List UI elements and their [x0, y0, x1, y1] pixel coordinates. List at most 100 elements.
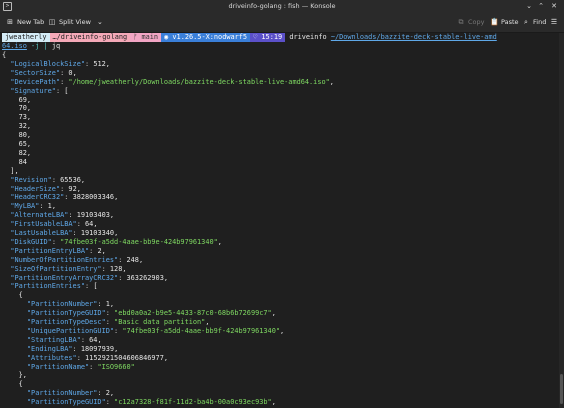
output-line: "PartitionEntries": [ — [10, 282, 98, 291]
json-number: 363262903 — [126, 273, 164, 282]
json-key: "PartitionTypeGUID" — [26, 398, 106, 407]
json-number: 18097939 — [80, 344, 115, 353]
json-key: "PartitionTypeDesc" — [26, 318, 106, 326]
prompt-time: ♡ 15:19 — [250, 33, 286, 42]
output-line: "PartitionName": "ISO9660" — [26, 362, 135, 371]
json-number: 65, — [18, 140, 32, 148]
json-string: "74fbe03f-a5dd-4aae-bb9e-424b97961340" — [60, 237, 218, 246]
json-key: "LogicalBlockSize" — [10, 59, 85, 68]
output-line: "Attributes": 1152921504606846977, — [26, 353, 168, 362]
output-line: 65, — [2, 140, 31, 149]
output-line: 69, — [2, 96, 31, 105]
json-key: "EndingLBA" — [26, 344, 73, 353]
scrollbar-thumb[interactable] — [560, 374, 563, 404]
json-number: 70, — [18, 104, 32, 113]
output-line: "DiskGUID": "74fbe03f-a5dd-4aae-bb9e-424… — [10, 237, 222, 246]
paste-icon: 📋 — [490, 18, 499, 26]
close-icon[interactable]: ✕ — [549, 1, 559, 11]
json-key: "MyLBA" — [10, 202, 40, 211]
paste-button[interactable]: 📋 Paste — [490, 17, 519, 27]
maximize-icon[interactable]: ⌃ — [536, 1, 546, 11]
hamburger-menu-icon[interactable]: ☰ — [550, 17, 561, 27]
json-number: 82, — [18, 148, 32, 157]
output-line: "FirstUsableLBA": 64, — [10, 220, 98, 229]
json-key: "PartitionTypeGUID" — [26, 309, 106, 318]
json-key: "PartitionEntries" — [10, 282, 85, 291]
scrollbar[interactable] — [559, 33, 564, 408]
json-key: "PartitionEntryLBA" — [10, 246, 90, 255]
output-line: }, — [18, 371, 27, 380]
new-tab-icon: ⊞ — [7, 18, 13, 26]
output-line: "PartitionTypeGUID": "ebd0a0a2-b9e5-4433… — [26, 309, 276, 318]
output-line: { — [2, 51, 7, 59]
output-line: "PartitionNumber": 2, — [26, 389, 115, 398]
json-number: 3828003346 — [72, 193, 115, 202]
main-toolbar: ⊞ New Tab ◫ Split View ⌄ ⧉ Copy 📋 Paste ⌕ Fin… — [0, 12, 564, 33]
json-number: 69, — [18, 95, 32, 104]
output-line: { — [18, 380, 23, 389]
json-string: "Basic data partition" — [114, 318, 206, 326]
command-continuation: 64.iso -j | jq — [2, 42, 61, 50]
output-line: "PartitionTypeDesc": "Basic data partiti… — [26, 318, 210, 326]
search-icon: ⌕ — [524, 18, 528, 26]
json-number: 248 — [126, 255, 139, 264]
json-key: "Revision" — [10, 175, 52, 184]
json-string: "/home/jweatherly/Downloads/bazzite-deck… — [68, 77, 330, 86]
title-bar[interactable]: > driveinfo-golang : fish — Konsole ⌄ ⌃ … — [0, 0, 564, 12]
output-line: ], — [10, 166, 19, 175]
output-line: 84 — [2, 158, 27, 167]
prompt-directory: …/driveinfo-golang — [49, 33, 131, 42]
output-line: "MyLBA": 1, — [10, 202, 56, 211]
split-view-button[interactable]: ◫ Split View ⌄ — [48, 17, 107, 27]
command-path[interactable]: ~/Downloads/bazzite-deck-stable-live-amd — [331, 33, 497, 41]
json-number: 19103403 — [76, 211, 110, 220]
json-number: 65536 — [60, 175, 81, 184]
terminal-view[interactable]: jweatherly …/driveinfo-golang ᚠ main ◉ v1.2… — [0, 33, 564, 408]
json-string: "ebd0a0a2-b9e5-4433-87c0-68b6b72699c7" — [114, 309, 272, 318]
output-line: "SectorSize": 0, — [10, 68, 77, 77]
json-number: 19103340 — [80, 229, 115, 237]
output-line: "Revision": 65536, — [10, 175, 86, 184]
command-name: driveinfo — [289, 33, 327, 41]
output-line: "Signature": [ — [10, 86, 69, 95]
output-line: "PartitionTypeGUID": "c12a7328-f81f-11d2… — [26, 398, 276, 407]
json-key: "PartitionName" — [26, 362, 90, 371]
json-key: "FirstUsableLBA" — [10, 220, 77, 229]
output-line: 70, — [2, 104, 31, 113]
output-line: "StartingLBA": 64, — [26, 335, 102, 344]
output-line: "PartitionNumber": 1, — [26, 300, 115, 309]
json-number: 84 — [18, 157, 27, 166]
output-line: "LastUsableLBA": 19103340, — [10, 229, 119, 237]
find-button[interactable]: ⌕ Find — [522, 17, 546, 27]
output-line: "DevicePath": "/home/jweatherly/Download… — [10, 77, 334, 86]
minimize-icon[interactable]: ⌄ — [524, 1, 534, 11]
window-title: driveinfo-golang : fish — Konsole — [228, 2, 336, 10]
prompt-git-branch: ᚠ main — [130, 33, 162, 42]
output-line: "NumberOfPartitionEntries": 248, — [10, 255, 144, 264]
shell-prompt: jweatherly …/driveinfo-golang ᚠ main ◉ v1.2… — [2, 33, 497, 42]
copy-button[interactable]: ⧉ Copy — [457, 17, 485, 27]
json-key: "SizeOfPartitionEntry" — [10, 264, 102, 273]
output-line: "EndingLBA": 18097939, — [26, 344, 119, 353]
json-key: "HeaderCRC32" — [10, 193, 65, 202]
output-line: "UniquePartitionGUID": "74fbe03f-a5dd-4a… — [26, 326, 285, 335]
json-key: "HeaderSize" — [10, 184, 61, 193]
new-tab-button[interactable]: ⊞ New Tab — [6, 17, 44, 27]
output-line: 80, — [2, 131, 31, 140]
json-string: "74fbe03f-a5dd-4aae-bb9f-424b97961340" — [122, 326, 280, 335]
json-number: 128 — [109, 264, 123, 273]
json-number: 512 — [93, 59, 106, 68]
prompt-user: jweatherly — [2, 33, 50, 42]
json-key: "LastUsableLBA" — [10, 229, 73, 237]
json-string: "ISO9660" — [97, 362, 135, 371]
json-number: 80, — [18, 131, 32, 140]
output-line: "HeaderSize": 92, — [10, 184, 81, 193]
json-key: "Signature" — [10, 86, 56, 95]
output-line: "SizeOfPartitionEntry": 128, — [10, 264, 127, 273]
copy-icon: ⧉ — [458, 18, 464, 26]
json-number: 1152921504606846977 — [85, 353, 164, 362]
json-key: "AlternateLBA" — [10, 211, 69, 220]
json-key: "Attributes" — [26, 353, 77, 362]
json-key: "PartitionNumber" — [26, 300, 98, 309]
json-key: "UniquePartitionGUID" — [26, 326, 115, 335]
